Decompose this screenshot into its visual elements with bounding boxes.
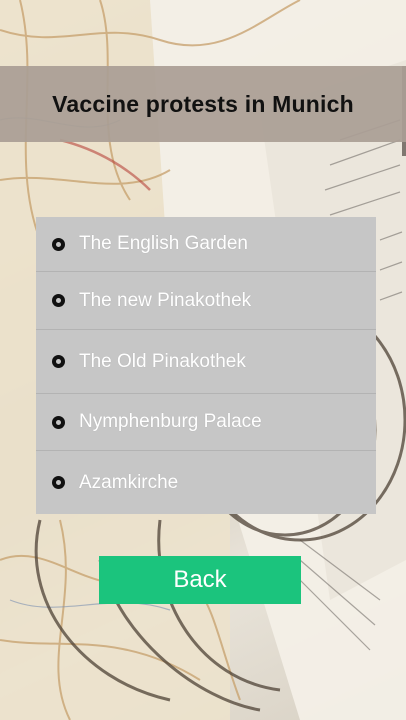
- radio-unselected-icon[interactable]: [52, 476, 65, 489]
- option-old-pinakothek[interactable]: The Old Pinakothek: [36, 330, 376, 394]
- radio-unselected-icon[interactable]: [52, 355, 65, 368]
- option-label: The new Pinakothek: [79, 289, 252, 311]
- option-label: Azamkirche: [79, 471, 179, 493]
- option-label: The English Garden: [79, 233, 248, 254]
- option-label: The Old Pinakothek: [79, 350, 246, 372]
- back-button[interactable]: Back: [99, 556, 301, 604]
- option-azamkirche[interactable]: Azamkirche: [36, 451, 376, 514]
- radio-unselected-icon[interactable]: [52, 237, 65, 251]
- option-label: Nymphenburg Palace: [79, 411, 262, 432]
- option-english-garden[interactable]: The English Garden: [36, 217, 376, 272]
- radio-unselected-icon[interactable]: [52, 415, 65, 429]
- page-title: Vaccine protests in Munich: [52, 90, 354, 117]
- option-new-pinakothek[interactable]: The new Pinakothek: [36, 272, 376, 330]
- option-nymphenburg-palace[interactable]: Nymphenburg Palace: [36, 394, 376, 451]
- radio-unselected-icon[interactable]: [52, 294, 65, 307]
- answer-options-list: The English Garden The new Pinakothek Th…: [36, 217, 376, 514]
- header-bar: Vaccine protests in Munich: [0, 66, 406, 142]
